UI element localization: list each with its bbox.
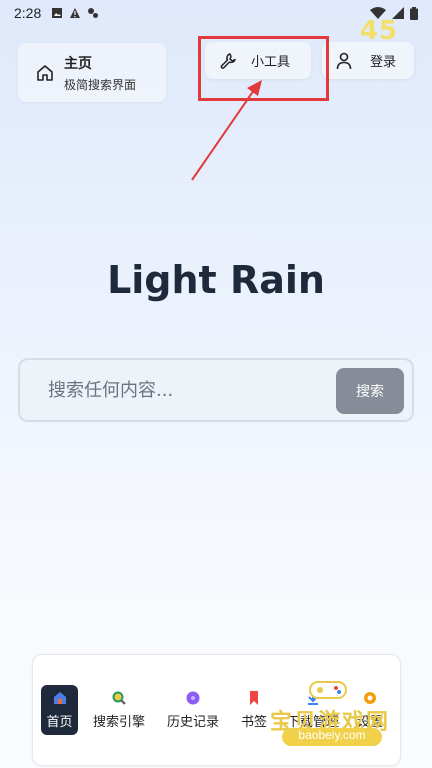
annotation-arrow [191,80,262,181]
nav-item-label: 历史记录 [166,714,219,730]
nav-item-history[interactable]: 历史记录 [165,685,221,735]
gamepad-icon [309,681,347,699]
app-title: Light Rain [107,258,325,302]
nav-item-label: 首页 [46,714,73,730]
watermark-logo: 宝贝游戏网 baobeiy.com [250,676,410,756]
search-icon [112,691,126,705]
nav-item-home[interactable]: 首页 [41,685,78,735]
history-icon [186,691,200,704]
watermark-url: baobeiy.com [282,728,382,746]
nav-item-search-engines[interactable]: 搜索引擎 [91,685,147,735]
search-input[interactable] [48,379,318,401]
search-button[interactable]: 搜索 [336,368,404,414]
nav-item-label: 搜索引擎 [92,714,145,730]
search-bar: 搜索 [18,358,414,422]
home-icon [53,691,66,704]
